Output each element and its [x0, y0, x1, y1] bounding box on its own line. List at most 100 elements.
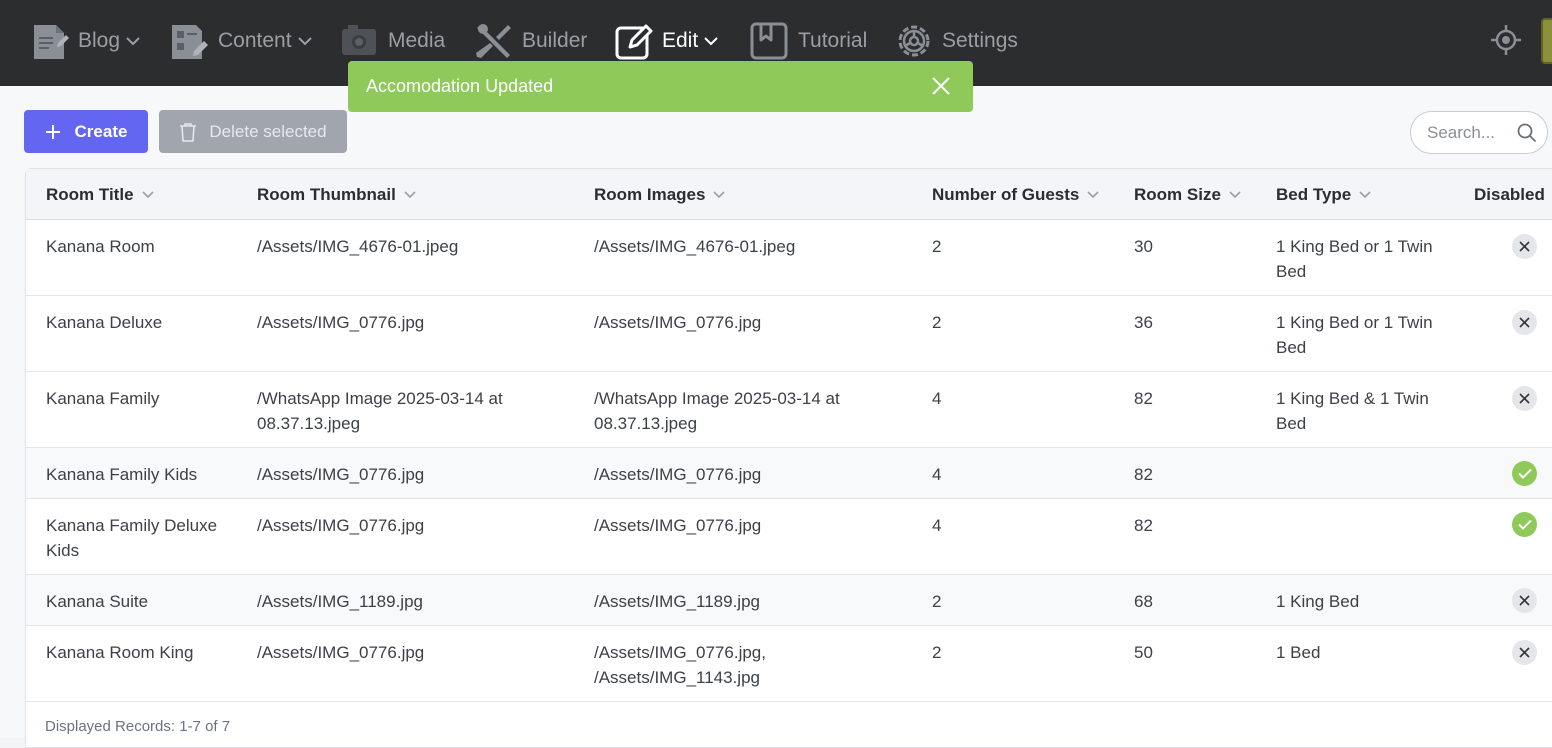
avatar[interactable]: [1541, 18, 1552, 64]
chevron-down-icon: [297, 37, 312, 46]
nav-label-tutorial: Tutorial: [798, 29, 868, 52]
chevron-down-icon: [1229, 190, 1241, 198]
column-label: Disabled: [1474, 184, 1545, 204]
disabled-false-icon: [1512, 640, 1537, 665]
media-image-icon: [342, 25, 376, 55]
disabled-true-icon: [1512, 512, 1537, 537]
edit-pencil-icon: [615, 24, 653, 60]
column-header-room-images[interactable]: Room Images: [594, 169, 726, 220]
disabled-false-icon: [1512, 588, 1537, 613]
column-label: Bed Type: [1276, 184, 1352, 204]
cell-room-size: 82: [1134, 389, 1153, 408]
nav-item-blog[interactable]: Blog: [30, 0, 140, 82]
success-toast: Accomodation Updated: [348, 61, 973, 112]
column-header-room-size[interactable]: Room Size: [1134, 169, 1241, 220]
cell-number-of-guests: 4: [932, 516, 942, 535]
nav-label-edit: Edit: [662, 29, 699, 52]
column-label: Room Images: [594, 184, 706, 204]
table-row[interactable]: Kanana Room /Assets/IMG_4676-01.jpeg /As…: [26, 220, 1552, 296]
chevron-down-icon: [704, 37, 718, 46]
cell-room-size: 82: [1134, 516, 1153, 535]
cell-room-images: /Assets/IMG_1189.jpg: [594, 592, 760, 611]
cell-room-thumbnail: /Assets/IMG_0776.jpg: [257, 313, 425, 332]
table-row[interactable]: Kanana Family Deluxe Kids /Assets/IMG_07…: [26, 499, 1552, 575]
cell-bed-type: 1 King Bed or 1 Twin Bed: [1276, 237, 1433, 281]
cell-room-title: Kanana Deluxe: [46, 313, 163, 332]
column-header-number-of-guests[interactable]: Number of Guests: [932, 169, 1099, 220]
cell-room-title: Kanana Family: [46, 389, 160, 408]
trash-icon: [180, 122, 197, 142]
table-row[interactable]: Kanana Deluxe /Assets/IMG_0776.jpg /Asse…: [26, 296, 1552, 372]
cell-number-of-guests: 2: [932, 313, 942, 332]
cell-room-size: 30: [1134, 237, 1153, 256]
chevron-down-icon: [1359, 190, 1371, 198]
cell-bed-type: 1 King Bed or 1 Twin Bed: [1276, 313, 1433, 357]
table-row[interactable]: Kanana Family /WhatsApp Image 2025-03-14…: [26, 372, 1552, 448]
cell-room-thumbnail: /Assets/IMG_0776.jpg: [257, 643, 425, 662]
cell-room-size: 68: [1134, 592, 1153, 611]
column-label: Room Size: [1134, 184, 1221, 204]
nav-item-content[interactable]: Content: [170, 0, 312, 82]
records-count: Displayed Records: 1-7 of 7: [45, 718, 231, 735]
builder-tools-icon: [476, 24, 511, 58]
cell-room-thumbnail: /Assets/IMG_0776.jpg: [257, 516, 425, 535]
plus-icon: [45, 124, 60, 139]
create-button[interactable]: Create: [24, 110, 148, 153]
cell-room-title: Kanana Room King: [46, 643, 194, 662]
nav-label-settings: Settings: [942, 29, 1018, 52]
search-input[interactable]: Search...: [1410, 111, 1548, 154]
chevron-down-icon: [126, 37, 140, 46]
column-header-bed-type[interactable]: Bed Type: [1276, 169, 1371, 220]
cell-bed-type: 1 King Bed & 1 Twin Bed: [1276, 389, 1429, 433]
cell-room-size: 36: [1134, 313, 1153, 332]
table-header: Room Title Room Thumbnail Room Images Nu…: [26, 169, 1552, 220]
cell-bed-type: 1 King Bed: [1276, 592, 1360, 611]
cell-number-of-guests: 4: [932, 465, 942, 484]
cell-room-images: /Assets/IMG_0776.jpg, /Assets/IMG_1143.j…: [594, 643, 766, 687]
table-row[interactable]: Kanana Room King /Assets/IMG_0776.jpg /A…: [26, 626, 1552, 702]
cell-room-title: Kanana Room: [46, 237, 155, 256]
column-header-room-thumbnail[interactable]: Room Thumbnail: [257, 169, 416, 220]
blog-document-icon: [34, 25, 69, 59]
chevron-down-icon: [141, 190, 154, 198]
close-icon[interactable]: [931, 76, 951, 96]
column-label: Room Title: [46, 184, 134, 204]
cell-room-thumbnail: /Assets/IMG_1189.jpg: [257, 592, 423, 611]
cell-number-of-guests: 4: [932, 389, 942, 408]
cell-room-title: Kanana Family Kids: [46, 465, 198, 484]
disabled-false-icon: [1512, 310, 1537, 335]
nav-label-builder: Builder: [522, 29, 588, 52]
cell-room-title: Kanana Suite: [46, 592, 149, 611]
content-edit-icon: [172, 25, 208, 59]
column-header-room-title[interactable]: Room Title: [46, 169, 154, 220]
cell-room-images: /Assets/IMG_0776.jpg: [594, 313, 762, 332]
chevron-down-icon: [404, 190, 416, 198]
nav-label-media: Media: [388, 29, 446, 52]
column-header-disabled[interactable]: Disabled: [1474, 169, 1545, 220]
tutorial-bookmark-icon: [750, 22, 788, 60]
cell-number-of-guests: 2: [932, 237, 942, 256]
chevron-down-icon: [1087, 190, 1099, 198]
toast-message: Accomodation Updated: [366, 76, 554, 96]
disabled-true-icon: [1512, 461, 1537, 486]
cell-room-thumbnail: /WhatsApp Image 2025-03-14 at 08.37.13.j…: [257, 389, 503, 433]
cell-room-images: /Assets/IMG_0776.jpg: [594, 465, 762, 484]
delete-selected-button[interactable]: Delete selected: [159, 110, 347, 153]
table-row[interactable]: Kanana Suite /Assets/IMG_1189.jpg /Asset…: [26, 575, 1552, 626]
cell-room-images: /WhatsApp Image 2025-03-14 at 08.37.13.j…: [594, 389, 840, 433]
crosshair-icon[interactable]: [1490, 24, 1522, 56]
cell-bed-type: 1 Bed: [1276, 643, 1321, 662]
cell-room-thumbnail: /Assets/IMG_0776.jpg: [257, 465, 425, 484]
nav-label-content: Content: [218, 29, 292, 52]
search-icon[interactable]: [1517, 123, 1537, 143]
table-row[interactable]: Kanana Family Kids /Assets/IMG_0776.jpg …: [26, 448, 1552, 499]
chevron-down-icon: [713, 190, 726, 198]
cell-room-images: /Assets/IMG_0776.jpg: [594, 516, 762, 535]
create-button-label: Create: [74, 121, 128, 141]
cell-number-of-guests: 2: [932, 643, 942, 662]
cell-room-size: 50: [1134, 643, 1153, 662]
disabled-false-icon: [1512, 386, 1537, 411]
settings-gear-icon: [898, 25, 930, 57]
accommodation-table: Room Title Room Thumbnail Room Images Nu…: [25, 168, 1552, 748]
search-placeholder: Search...: [1427, 122, 1496, 142]
